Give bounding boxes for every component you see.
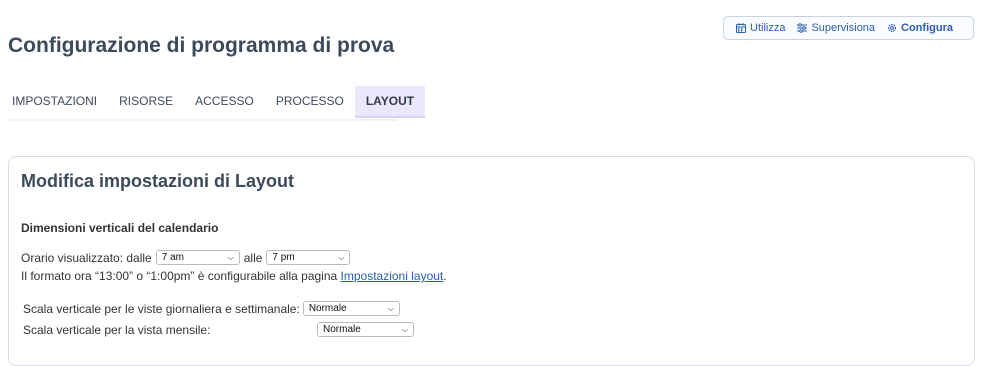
utilizza-link[interactable]: Utilizza: [736, 22, 785, 34]
calendar-icon: [736, 23, 746, 33]
configura-label: Configura: [901, 22, 953, 34]
supervisiona-link[interactable]: Supervisiona: [797, 22, 875, 34]
utilizza-label: Utilizza: [750, 22, 786, 34]
scale-month-select[interactable]: Normale ⌵: [317, 322, 414, 337]
tab-risorse[interactable]: RISORSE: [108, 86, 184, 116]
orario-middle-label: alle: [243, 250, 263, 265]
scale-month-row: Scala verticale per la vista mensile: No…: [23, 322, 418, 337]
scale-week-select[interactable]: Normale ⌵: [302, 301, 400, 316]
orario-from-value: 7 am: [161, 252, 184, 263]
format-note: Il formato ora “13:00” o “1:00pm” è conf…: [21, 269, 447, 283]
gear-icon: [888, 23, 897, 33]
chevron-down-icon: ⌵: [227, 252, 234, 262]
configura-link[interactable]: Configura: [887, 22, 953, 34]
tab-layout[interactable]: LAYOUT: [354, 86, 426, 118]
scale-week-label: Scala verticale per le viste giornaliera…: [23, 301, 300, 316]
section-title: Dimensioni verticali del calendario: [21, 221, 219, 235]
orario-prefix-label: Orario visualizzato: dalle: [21, 250, 152, 265]
card-title: Modifica impostazioni di Layout: [21, 171, 295, 191]
layout-settings-card: Modifica impostazioni di Layout Dimensio…: [8, 156, 975, 366]
format-note-text: Il formato ora “13:00” o “1:00pm” è conf…: [21, 269, 338, 283]
orario-row: Orario visualizzato: dalle 7 am ⌵ alle 7…: [21, 250, 354, 265]
orario-to-value: 7 pm: [272, 252, 295, 263]
scale-week-row: Scala verticale per le viste giornaliera…: [23, 301, 404, 316]
chevron-down-icon: ⌵: [387, 303, 394, 313]
tab-impostazioni[interactable]: IMPOSTAZIONI: [8, 86, 108, 116]
tab-bar: IMPOSTAZIONI RISORSE ACCESSO PROCESSO LA…: [8, 86, 426, 121]
supervisiona-label: Supervisiona: [811, 22, 876, 34]
orario-from-select[interactable]: 7 am ⌵: [155, 250, 240, 265]
chevron-down-icon: ⌵: [401, 324, 408, 334]
view-switcher: Utilizza Supervisiona Configura: [723, 16, 974, 40]
scale-week-value: Normale: [308, 303, 347, 314]
scale-month-value: Normale: [323, 324, 361, 335]
sliders-icon: [797, 23, 808, 33]
impostazioni-layout-link[interactable]: Impostazioni layout: [341, 269, 444, 283]
tab-accesso[interactable]: ACCESSO: [184, 86, 265, 116]
scale-month-label: Scala verticale per la vista mensile:: [23, 322, 211, 337]
page-title: Configurazione di programma di prova: [8, 34, 395, 57]
orario-to-select[interactable]: 7 pm ⌵: [266, 250, 351, 265]
format-note-suffix: .: [443, 269, 447, 283]
tab-processo[interactable]: PROCESSO: [265, 86, 355, 116]
chevron-down-icon: ⌵: [338, 252, 345, 262]
